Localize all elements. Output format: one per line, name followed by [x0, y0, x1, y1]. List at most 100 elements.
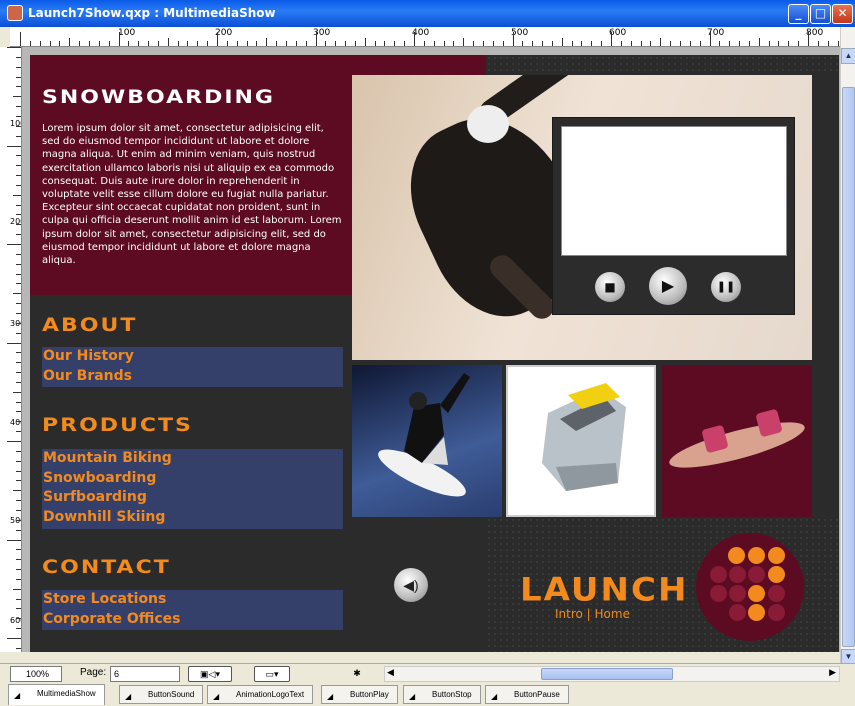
snowboard-graphic	[669, 409, 805, 468]
vertical-scrollbar[interactable]: ▲ ▼	[840, 27, 855, 667]
tab-buttonpause[interactable]: ◢ ButtonPause	[485, 685, 569, 704]
ruler-tick	[482, 41, 484, 46]
horizontal-ruler[interactable]: 100 200 300 400 500 600 700 800	[10, 27, 840, 47]
contact-nav: Store Locations Corporate Offices	[42, 590, 343, 630]
layout-icon: ◢	[213, 692, 220, 701]
pause-icon: ❚❚	[716, 280, 736, 293]
ruler-tick	[16, 362, 21, 364]
ruler-tick	[345, 41, 347, 46]
tab-multimediashow[interactable]: ◢ MultimediaShow	[8, 684, 105, 705]
ruler-tick	[13, 391, 21, 393]
scroll-left-icon[interactable]: ◀	[387, 667, 394, 678]
application-window: Launch7Show.qxp : MultimediaShow _ □ ✕ 1…	[0, 0, 855, 706]
layout-icon: ◢	[327, 692, 334, 701]
ruler-tick	[16, 283, 21, 285]
nav-link-snowboarding[interactable]: Snowboarding	[42, 469, 343, 489]
ruler-tick	[611, 32, 612, 46]
ruler-tick	[236, 41, 238, 46]
logo-dot	[768, 566, 785, 583]
stop-button[interactable]: ■	[595, 272, 625, 302]
launch-logo-mark	[696, 533, 804, 641]
sound-button[interactable]: ◀)	[394, 568, 428, 602]
ruler-tick	[276, 41, 278, 46]
nav-link-corporate-offices[interactable]: Corporate Offices	[42, 610, 343, 630]
tab-animationlogotext[interactable]: ◢ AnimationLogoText	[207, 685, 314, 704]
nav-link-surfboarding[interactable]: Surfboarding	[42, 488, 343, 508]
maximize-button[interactable]: □	[810, 4, 831, 24]
play-button[interactable]: ▶	[649, 267, 687, 305]
ruler-tick	[729, 41, 731, 46]
page-field[interactable]: 6	[110, 666, 180, 682]
ruler-tick	[16, 204, 21, 206]
tab-buttonsound[interactable]: ◢ ButtonSound	[119, 685, 204, 704]
ruler-tick	[16, 647, 21, 649]
tab-label: ButtonPause	[514, 690, 560, 699]
h-scroll-thumb[interactable]	[541, 668, 673, 680]
tab-label: ButtonStop	[432, 690, 472, 699]
vertical-ruler[interactable]: 100 200 300 400 500 600	[0, 47, 22, 652]
nav-link-mountain-biking[interactable]: Mountain Biking	[42, 449, 343, 469]
layout-icon: ◢	[409, 692, 416, 701]
video-screen[interactable]	[561, 126, 787, 256]
scroll-right-icon[interactable]: ▶	[829, 667, 836, 678]
ruler-tick	[197, 41, 199, 46]
dot-pattern	[486, 55, 839, 75]
close-button[interactable]: ✕	[832, 4, 853, 24]
nav-link-store-locations[interactable]: Store Locations	[42, 590, 343, 610]
view-buttons[interactable]: ▭▾	[254, 666, 290, 682]
ruler-tick	[16, 401, 21, 403]
logo-dot	[768, 604, 785, 621]
ruler-tick	[16, 234, 21, 236]
page-nav-buttons[interactable]: ▣◁▾	[188, 666, 232, 682]
tab-buttonplay[interactable]: ◢ ButtonPlay	[321, 685, 398, 704]
ruler-tick	[16, 569, 21, 571]
speaker-icon: ◀)	[403, 577, 419, 593]
snowboarding-heading: SNOWBOARDING	[42, 87, 275, 109]
ruler-tick	[591, 41, 593, 46]
ruler-tick	[522, 41, 524, 46]
zoom-field[interactable]: 100%	[10, 666, 62, 682]
document-canvas[interactable]: SNOWBOARDING Lorem ipsum dolor sit amet,…	[22, 47, 840, 652]
layout-icon: ◢	[491, 692, 498, 701]
ruler-tick	[788, 41, 790, 46]
ruler-label: 500	[10, 517, 21, 525]
ruler-tick	[177, 41, 179, 46]
ruler-tick	[7, 145, 21, 147]
layout-tool-button[interactable]: ✱	[343, 666, 371, 682]
ruler-tick	[13, 194, 21, 196]
ruler-tick	[16, 332, 21, 334]
ruler-tick	[414, 32, 415, 46]
thumbnail-board-bindings[interactable]	[662, 365, 812, 517]
ruler-tick	[561, 38, 563, 46]
tab-buttonstop[interactable]: ◢ ButtonStop	[403, 685, 481, 704]
logo-intro-home-links[interactable]: Intro | Home	[555, 607, 630, 621]
app-icon	[7, 5, 23, 21]
thumbnail-snowboarder[interactable]	[352, 365, 502, 517]
ruler-tick	[532, 41, 534, 46]
logo-dot	[748, 547, 765, 564]
ruler-tick	[13, 293, 21, 295]
window-title: Launch7Show.qxp : MultimediaShow	[28, 6, 276, 20]
scroll-up-button[interactable]: ▲	[841, 48, 855, 64]
ruler-tick	[768, 41, 770, 46]
ruler-tick	[69, 38, 71, 46]
logo-dot	[729, 585, 746, 602]
ruler-tick	[571, 41, 573, 46]
nav-link-our-history[interactable]: Our History	[42, 347, 343, 367]
ruler-tick	[16, 155, 21, 157]
ruler-tick	[16, 263, 21, 265]
horizontal-scrollbar[interactable]: ◀ ▶	[384, 666, 840, 682]
logo-dot	[710, 585, 727, 602]
arrow-up-icon: ▲	[844, 51, 853, 60]
ruler-tick	[620, 41, 622, 46]
ruler-tick	[16, 608, 21, 610]
ruler-tick	[16, 165, 21, 167]
ruler-tick	[364, 38, 366, 46]
scroll-thumb[interactable]	[842, 87, 855, 647]
nav-link-our-brands[interactable]: Our Brands	[42, 367, 343, 387]
ruler-tick	[16, 175, 21, 177]
nav-link-downhill-skiing[interactable]: Downhill Skiing	[42, 508, 343, 528]
minimize-button[interactable]: _	[788, 4, 809, 24]
pause-button[interactable]: ❚❚	[711, 272, 741, 302]
thumbnail-boot[interactable]	[506, 365, 656, 517]
